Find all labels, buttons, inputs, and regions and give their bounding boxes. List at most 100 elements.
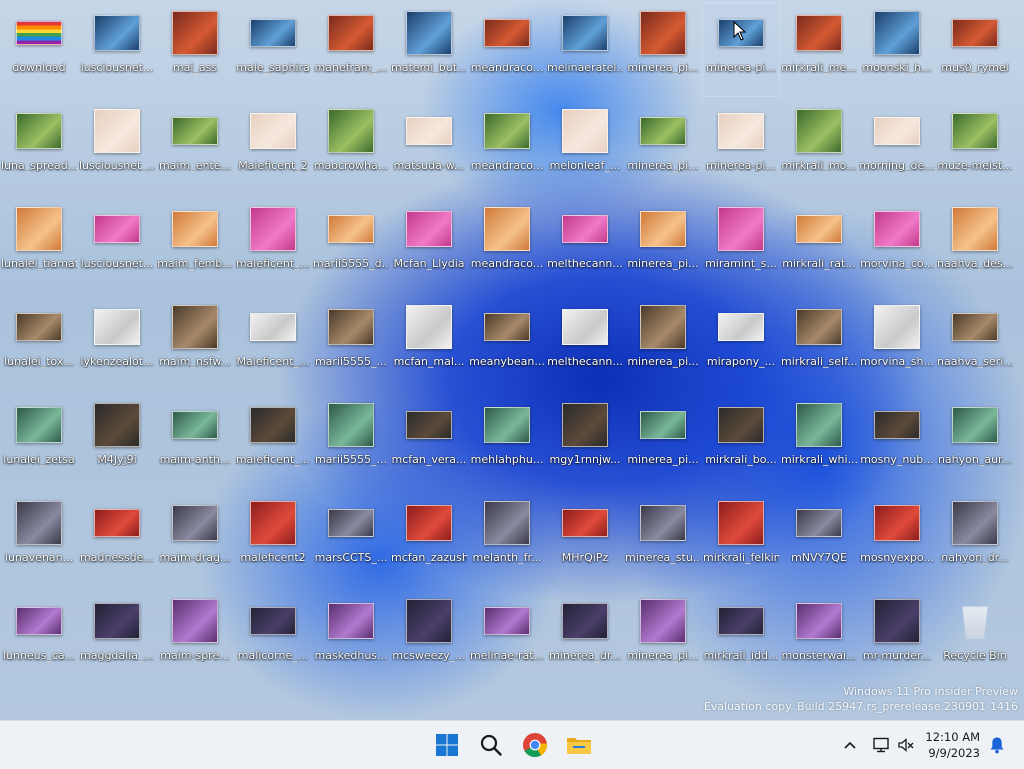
desktop-icon[interactable]: mirkrali_whi... xyxy=(781,396,857,488)
desktop-icon[interactable]: miramint_s... xyxy=(703,200,779,292)
desktop-icon[interactable]: morvina_sh... xyxy=(859,298,935,390)
desktop-icon[interactable]: maim-spre... xyxy=(157,592,233,684)
desktop-icon[interactable]: nahyon_aur... xyxy=(937,396,1013,488)
desktop-icon[interactable]: maim-anth... xyxy=(157,396,233,488)
desktop-icon[interactable]: mirkrali_mo... xyxy=(781,102,857,194)
desktop-icon[interactable]: mirkrali_rat... xyxy=(781,200,857,292)
desktop-icon[interactable]: maim-drag... xyxy=(157,494,233,586)
desktop-icon[interactable]: minerea_pi... xyxy=(625,102,701,194)
search-button[interactable] xyxy=(473,727,509,763)
desktop-icon[interactable]: marii5555_d... xyxy=(313,200,389,292)
clock[interactable]: 12:10 AM 9/9/2023 xyxy=(925,729,980,761)
desktop-icon[interactable]: minerea_pi... xyxy=(625,396,701,488)
desktop-icon[interactable]: madnessde... xyxy=(79,494,155,586)
desktop-icon[interactable]: Recycle Bin xyxy=(937,592,1013,684)
desktop-icon[interactable]: mirkrali_idd... xyxy=(703,592,779,684)
desktop-icon[interactable]: mr-murder... xyxy=(859,592,935,684)
desktop-icon[interactable]: moonski_h... xyxy=(859,4,935,96)
desktop-icon[interactable]: naahva_des... xyxy=(937,200,1013,292)
desktop-icon[interactable]: muze-meist... xyxy=(937,102,1013,194)
desktop-icon[interactable]: mcfan_zazush xyxy=(391,494,467,586)
desktop-icon[interactable]: mirkrali_me... xyxy=(781,4,857,96)
desktop-icon[interactable]: luna_spread... xyxy=(1,102,77,194)
desktop-icon[interactable]: mosnyexpo... xyxy=(859,494,935,586)
desktop-icon[interactable]: maocrowha... xyxy=(313,102,389,194)
desktop-icon[interactable]: mosny_nub... xyxy=(859,396,935,488)
volume-tray-button[interactable] xyxy=(895,734,917,756)
desktop-icon[interactable]: meandraco... xyxy=(469,4,545,96)
desktop-icon[interactable]: MHrQiPz xyxy=(547,494,623,586)
desktop-icon[interactable]: lykenzealot... xyxy=(79,298,155,390)
desktop-icon[interactable]: mcfan_vera... xyxy=(391,396,467,488)
desktop-icon[interactable]: maggdalia_... xyxy=(79,592,155,684)
desktop-icon[interactable]: lunavenan... xyxy=(1,494,77,586)
desktop-icon[interactable]: maleficent_... xyxy=(235,200,311,292)
desktop-icon[interactable]: matsuda-w... xyxy=(391,102,467,194)
desktop-icon[interactable]: morning_de... xyxy=(859,102,935,194)
desktop-icon[interactable]: Maleficent_... xyxy=(235,298,311,390)
desktop-icon[interactable]: mgy1rnnjw... xyxy=(547,396,623,488)
desktop-icon[interactable]: maleficent_... xyxy=(235,396,311,488)
desktop-icon[interactable]: meandraco... xyxy=(469,102,545,194)
desktop-icon[interactable]: marii5555_... xyxy=(313,396,389,488)
desktop-icon[interactable]: male_saphira xyxy=(235,4,311,96)
desktop-icon[interactable]: M4Jyj9i xyxy=(79,396,155,488)
desktop-icon[interactable]: minerea_dr... xyxy=(547,592,623,684)
desktop-icon[interactable]: mirapony_... xyxy=(703,298,779,390)
desktop-icon[interactable]: melinae-rat... xyxy=(469,592,545,684)
desktop-icon[interactable]: minerea-pi... xyxy=(703,102,779,194)
desktop-icon[interactable]: lunalei_zetsa xyxy=(1,396,77,488)
desktop-icon[interactable]: morvina_co... xyxy=(859,200,935,292)
desktop-icon[interactable]: naahva_seri... xyxy=(937,298,1013,390)
desktop-icon[interactable]: melonleaf_... xyxy=(547,102,623,194)
desktop-icon[interactable]: matemi_but... xyxy=(391,4,467,96)
desktop-icon[interactable]: mcsweezy_... xyxy=(391,592,467,684)
desktop-icon[interactable]: meanybean... xyxy=(469,298,545,390)
start-button[interactable] xyxy=(429,727,465,763)
desktop-icon[interactable]: marsCCTS_... xyxy=(313,494,389,586)
desktop-icon[interactable]: maskedhus... xyxy=(313,592,389,684)
desktop-icon[interactable]: melinaeratel... xyxy=(547,4,623,96)
desktop-icon[interactable]: melanth_fr... xyxy=(469,494,545,586)
desktop-icon[interactable]: download xyxy=(1,4,77,96)
desktop-icon[interactable]: melthecann... xyxy=(547,200,623,292)
desktop-icon[interactable]: lunalei_tiamat xyxy=(1,200,77,292)
desktop-icon[interactable]: lunalei_tox... xyxy=(1,298,77,390)
desktop-icon[interactable]: lusciousnet... xyxy=(79,4,155,96)
desktop-icon[interactable]: mehlahphu... xyxy=(469,396,545,488)
desktop-icon[interactable]: mNVY7QE xyxy=(781,494,857,586)
desktop-icon[interactable]: maim_ente... xyxy=(157,102,233,194)
desktop-icon[interactable]: malicorne_... xyxy=(235,592,311,684)
desktop-icon[interactable]: mirkrali_felkin xyxy=(703,494,779,586)
desktop-icon[interactable]: maleficent2 xyxy=(235,494,311,586)
desktop-icon[interactable]: manefram_... xyxy=(313,4,389,96)
desktop-icon[interactable]: Mcfan_Llydia xyxy=(391,200,467,292)
desktop-icon[interactable]: minerea_pi... xyxy=(625,4,701,96)
desktop-icon[interactable]: marii5555_... xyxy=(313,298,389,390)
desktop-icon[interactable]: monsterwai... xyxy=(781,592,857,684)
desktop-icon[interactable]: mai_ass xyxy=(157,4,233,96)
show-hidden-icons-button[interactable] xyxy=(839,734,861,756)
desktop-icon[interactable]: minerea-pi... xyxy=(702,3,780,97)
desktop-icon[interactable]: lusciousnet_... xyxy=(79,102,155,194)
desktop-icon[interactable]: meandraco... xyxy=(469,200,545,292)
network-tray-button[interactable] xyxy=(870,734,892,756)
desktop-icon[interactable]: Maleficent_2 xyxy=(235,102,311,194)
notifications-button[interactable] xyxy=(986,734,1008,756)
chrome-taskbar-button[interactable] xyxy=(517,727,553,763)
desktop-icon[interactable]: mirkrali_self... xyxy=(781,298,857,390)
file-explorer-taskbar-button[interactable] xyxy=(561,727,597,763)
desktop-icon[interactable]: minerea_stu... xyxy=(625,494,701,586)
desktop-icon[interactable]: minerea_pi... xyxy=(625,298,701,390)
desktop-icon[interactable]: minerea_pi... xyxy=(625,592,701,684)
desktop-icon[interactable]: nahyon_dr... xyxy=(937,494,1013,586)
desktop-icon[interactable]: melthecann... xyxy=(547,298,623,390)
desktop-icon[interactable]: maim_femb... xyxy=(157,200,233,292)
desktop[interactable]: download luna_spread... lunalei_tiamat luna… xyxy=(0,0,1024,720)
desktop-icon[interactable]: maim_nsfw... xyxy=(157,298,233,390)
desktop-icon[interactable]: mus0_rymel xyxy=(937,4,1013,96)
desktop-icon[interactable]: mcfan_mal... xyxy=(391,298,467,390)
desktop-icon[interactable]: mirkrali_bo... xyxy=(703,396,779,488)
desktop-icon[interactable]: lunneus_ca... xyxy=(1,592,77,684)
desktop-icon[interactable]: minerea_pi... xyxy=(625,200,701,292)
